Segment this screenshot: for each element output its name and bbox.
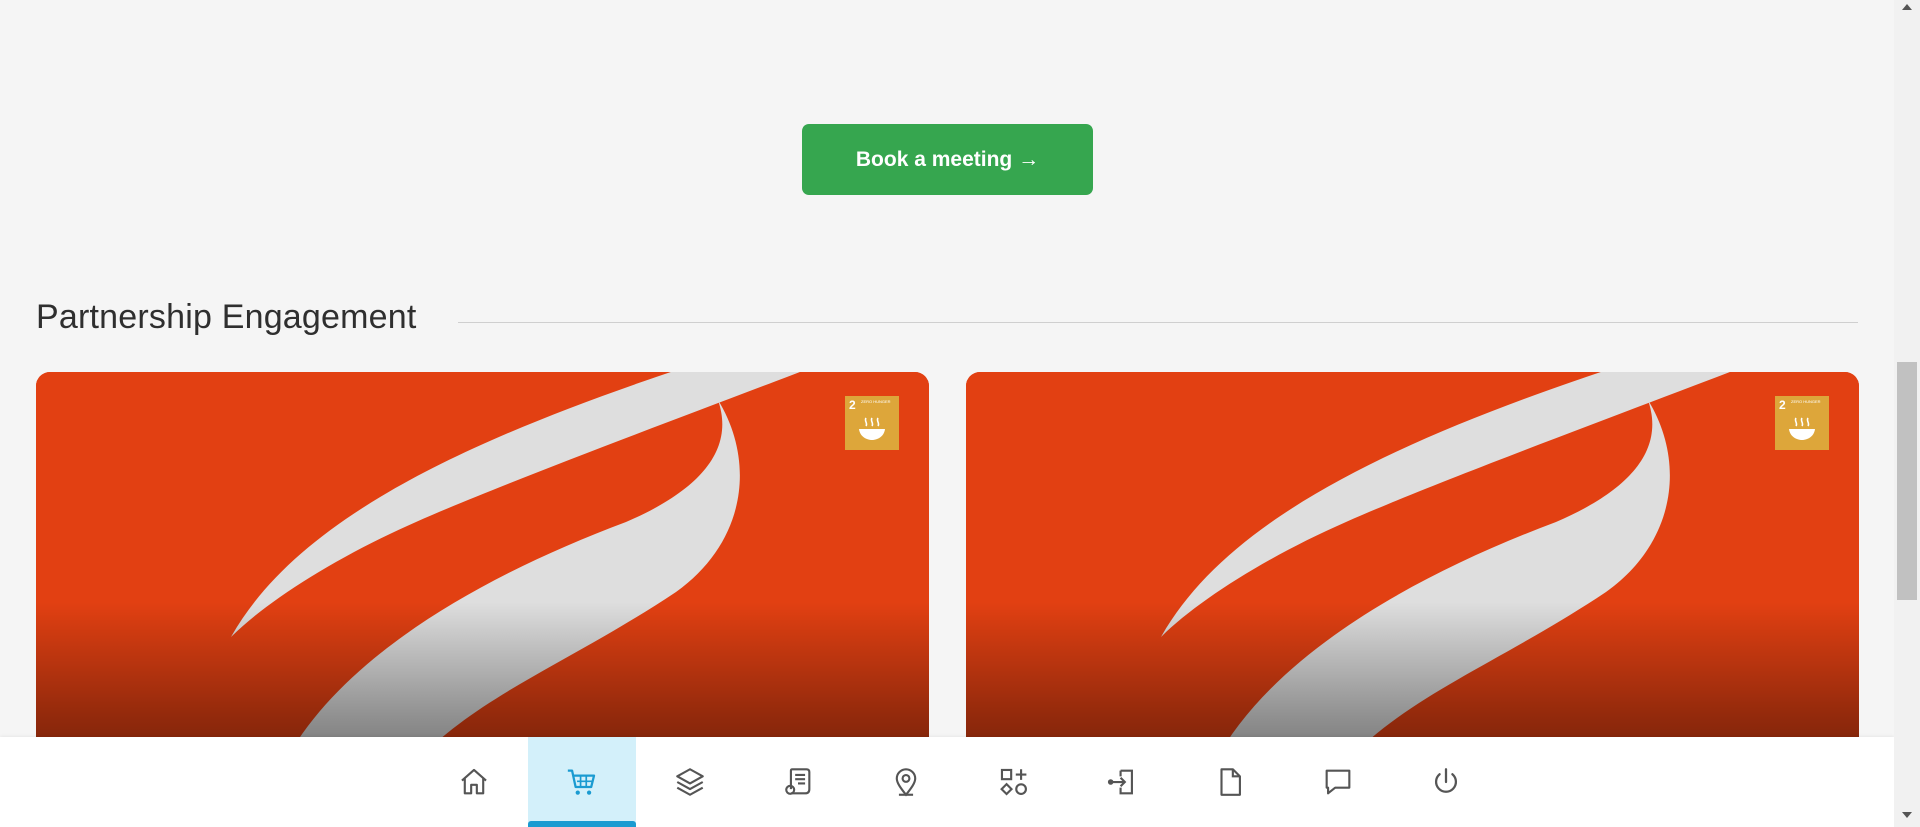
file-icon [1220, 768, 1241, 796]
nav-location[interactable] [852, 737, 960, 827]
sdg-number: 2 [849, 398, 856, 412]
certificate-icon [785, 768, 811, 795]
sdg-number: 2 [1779, 398, 1786, 412]
power-icon [1435, 768, 1457, 793]
nav-file[interactable] [1176, 737, 1284, 827]
vertical-scrollbar[interactable] [1894, 0, 1920, 827]
chat-icon [1325, 769, 1351, 795]
scroll-thumb[interactable] [1897, 362, 1917, 600]
nav-apps[interactable] [960, 737, 1068, 827]
nav-chat[interactable] [1284, 737, 1392, 827]
nav-certificate[interactable] [744, 737, 852, 827]
partnership-card[interactable]: 2 ZERO HUNGER [966, 372, 1859, 792]
nav-login[interactable] [1068, 737, 1176, 827]
scroll-down-icon[interactable] [1902, 812, 1912, 818]
scroll-up-icon[interactable] [1902, 4, 1912, 10]
bowl-icon [1789, 417, 1815, 440]
layers-icon [676, 768, 704, 796]
sdg-label: ZERO HUNGER [1791, 399, 1821, 404]
sdg-label: ZERO HUNGER [861, 399, 891, 404]
page-content: Book a meeting → Partnership Engagement … [0, 0, 1894, 827]
sdg-badge: 2 ZERO HUNGER [1775, 396, 1829, 450]
map-pin-icon [895, 768, 917, 797]
nav-layers[interactable] [636, 737, 744, 827]
partnership-card[interactable]: 2 ZERO HUNGER [36, 372, 929, 792]
sdg-badge: 2 ZERO HUNGER [845, 396, 899, 450]
nav-cart[interactable] [528, 737, 636, 827]
section-title: Partnership Engagement [36, 298, 417, 336]
login-icon [1107, 769, 1133, 795]
nav-home[interactable] [420, 737, 528, 827]
book-meeting-button[interactable]: Book a meeting → [802, 124, 1093, 195]
bottom-nav [0, 737, 1894, 827]
section-divider [458, 322, 1858, 323]
cart-icon [567, 769, 596, 795]
nav-logout[interactable] [1392, 737, 1500, 827]
home-icon [461, 768, 487, 795]
bowl-icon [859, 417, 885, 440]
apps-icon [1000, 768, 1027, 796]
